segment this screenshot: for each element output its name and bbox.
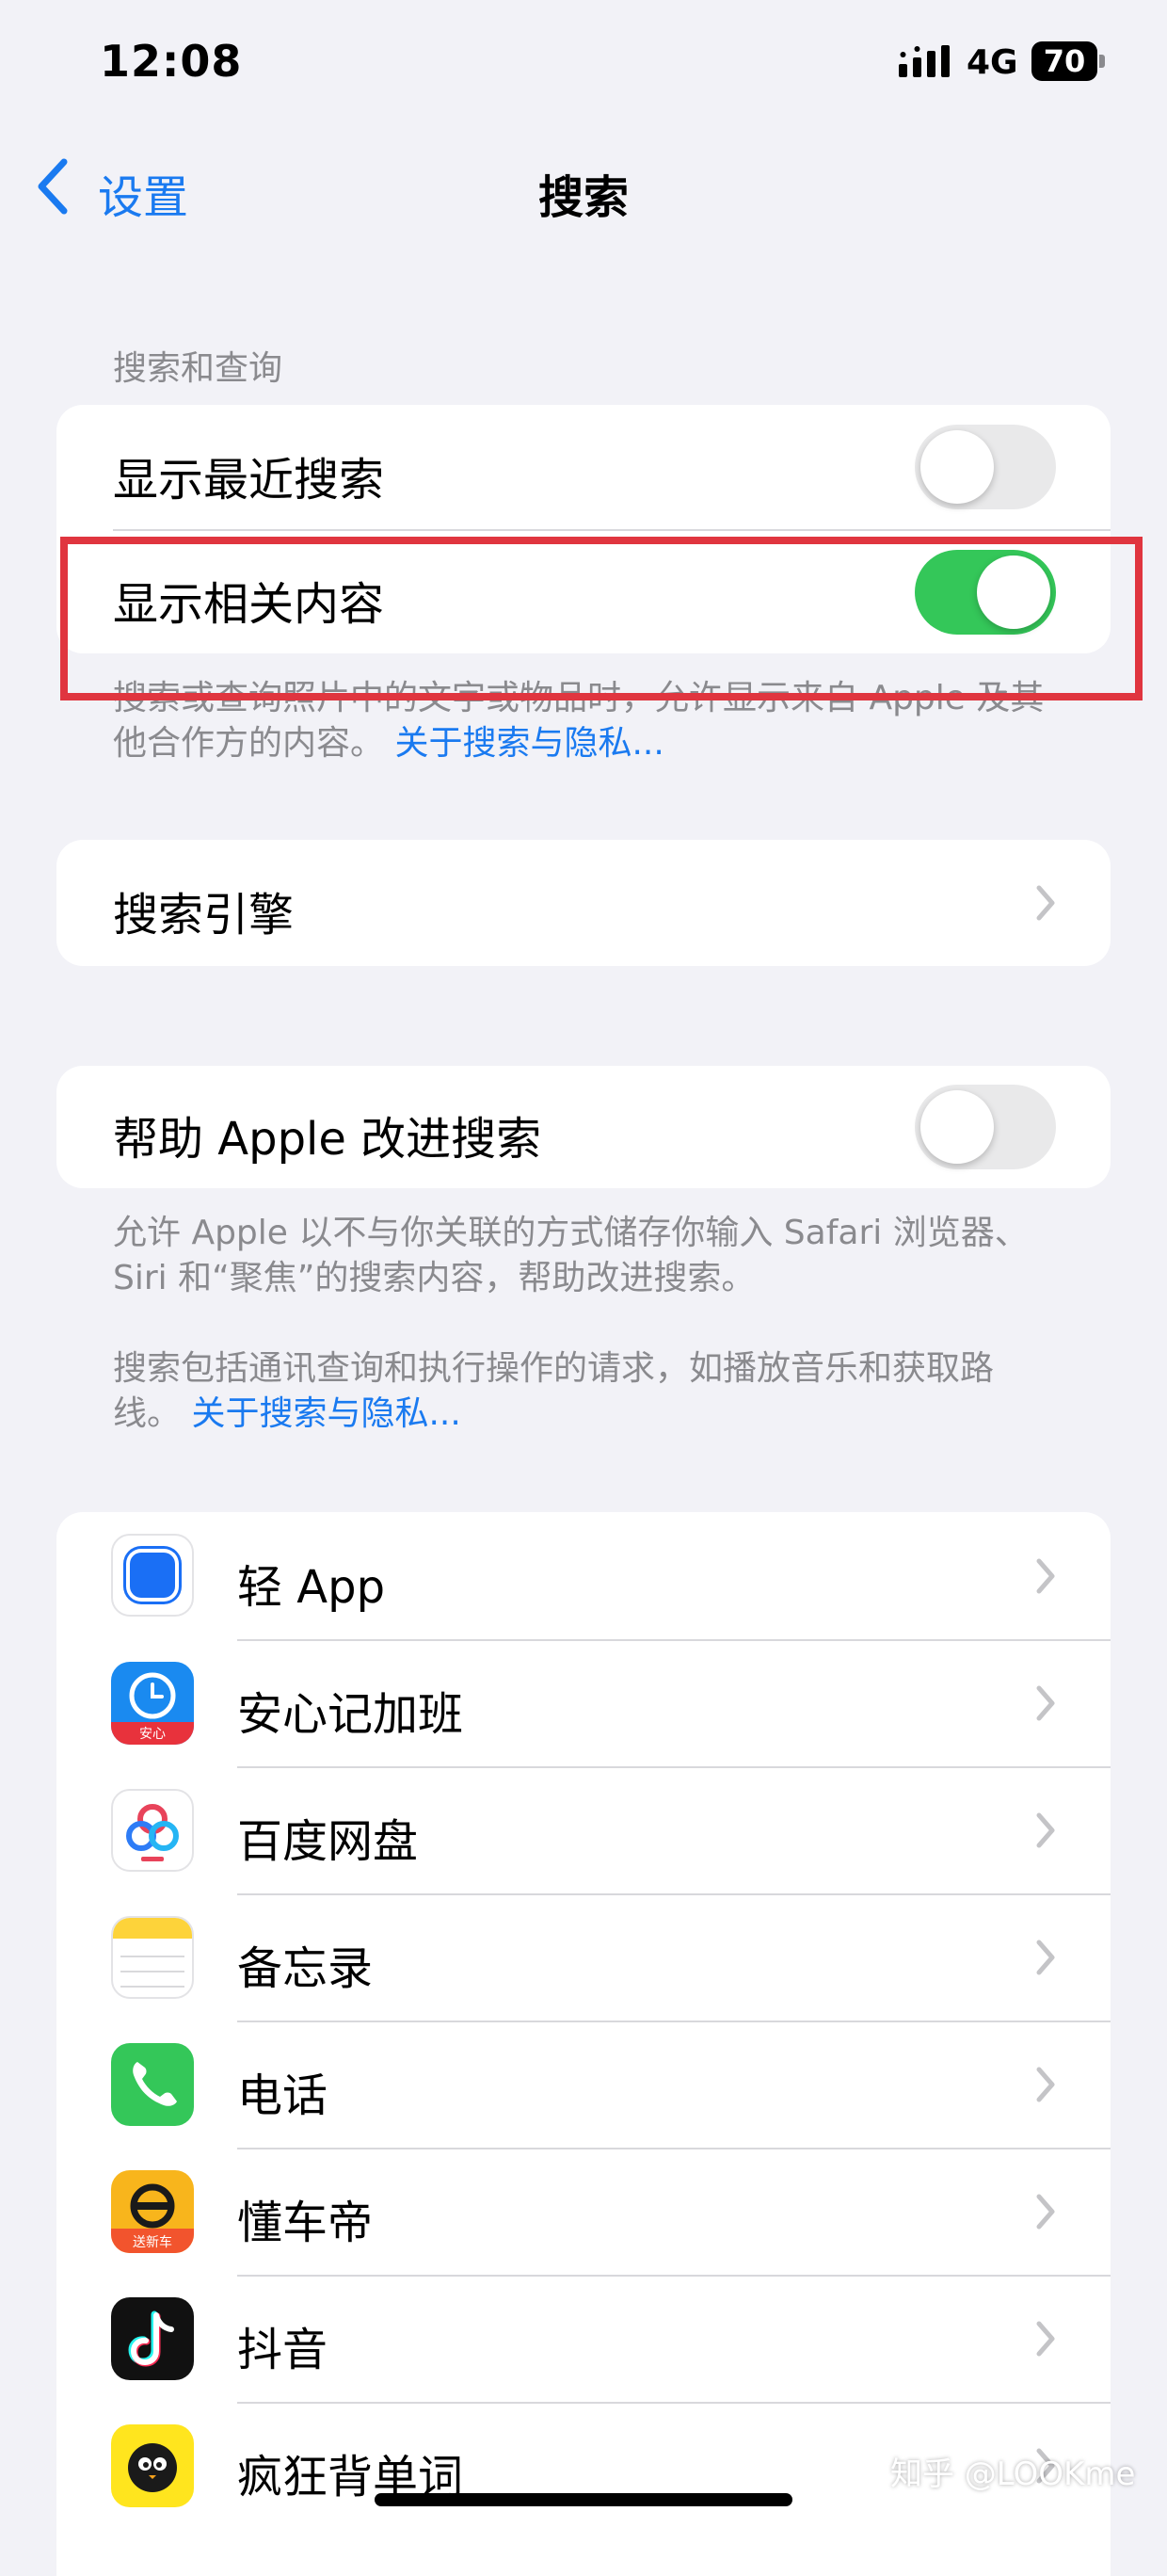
chevron-right-icon: [1036, 2067, 1055, 2102]
search-engine-row[interactable]: 搜索引擎: [56, 840, 1111, 966]
chevron-right-icon: [1036, 885, 1055, 921]
app-row[interactable]: 抖音: [56, 2277, 1111, 2402]
battery-level: 70: [1043, 43, 1086, 79]
network-type: 4G: [967, 43, 1018, 82]
vocabulary-app-icon: [111, 2424, 194, 2507]
chevron-right-icon: [1036, 1940, 1055, 1975]
app-badge: 安心: [139, 1727, 166, 1742]
improve-search-label: 帮助 Apple 改进搜索: [113, 1113, 542, 1166]
show-recent-toggle[interactable]: [915, 425, 1056, 509]
phone-icon: [111, 2043, 194, 2126]
app-name: 抖音: [237, 2324, 328, 2376]
improve-search-toggle[interactable]: [915, 1085, 1056, 1169]
app-list: 轻 App 安心 安心记加班 百度网盘 备忘录 电话 送新车 懂车帝 抖音 疯狂…: [56, 1512, 1111, 2576]
baidu-netdisk-icon: [111, 1789, 194, 1872]
search-engine-group: 搜索引擎: [56, 840, 1111, 966]
chevron-right-icon: [1036, 1812, 1055, 1848]
section-header-search: 搜索和查询: [113, 349, 283, 388]
watermark: 知乎 @LOOKme: [890, 2455, 1136, 2493]
light-app-icon: [111, 1534, 194, 1617]
status-time: 12:08: [100, 36, 243, 87]
improve-search-group: 帮助 Apple 改进搜索: [56, 1066, 1111, 1188]
show-recent-row: 显示最近搜索: [56, 405, 1111, 529]
home-indicator[interactable]: [375, 2493, 792, 2506]
notes-icon: [111, 1916, 194, 1999]
chevron-right-icon: [1036, 1558, 1055, 1594]
app-row[interactable]: 轻 App: [56, 1512, 1111, 1639]
app-name: 电话: [237, 2069, 328, 2122]
douyin-icon: [111, 2297, 194, 2380]
improve-footer-2: 搜索包括通讯查询和执行操作的请求，如播放音乐和获取路线。 关于搜索与隐私...: [113, 1346, 1054, 1437]
highlight-box: [60, 537, 1143, 700]
app-name: 百度网盘: [237, 1815, 419, 1868]
battery-icon: 70: [1031, 41, 1105, 81]
app-badge: 送新车: [133, 2235, 172, 2250]
privacy-link[interactable]: 关于搜索与隐私...: [394, 724, 663, 763]
show-recent-label: 显示最近搜索: [113, 454, 385, 507]
search-engine-label: 搜索引擎: [113, 889, 295, 942]
page-title: 搜索: [537, 171, 629, 224]
chevron-right-icon: [1036, 2321, 1055, 2357]
chevron-right-icon: [1036, 1685, 1055, 1721]
chevron-right-icon: [1036, 2194, 1055, 2230]
app-row[interactable]: 送新车 懂车帝: [56, 2149, 1111, 2275]
app-name: 安心记加班: [237, 1688, 464, 1741]
dongchedi-icon: 送新车: [111, 2170, 194, 2253]
app-name: 轻 App: [237, 1561, 386, 1614]
cellular-signal-icon: [899, 45, 950, 77]
improve-footer-1: 允许 Apple 以不与你关联的方式储存你输入 Safari 浏览器、Siri …: [113, 1214, 1029, 1297]
app-row[interactable]: 备忘录: [56, 1895, 1111, 2021]
app-row[interactable]: 百度网盘: [56, 1768, 1111, 1893]
improve-search-row: 帮助 Apple 改进搜索: [56, 1066, 1111, 1188]
app-row[interactable]: 电话: [56, 2022, 1111, 2148]
overtime-clock-icon: 安心: [111, 1662, 194, 1745]
app-name: 备忘录: [237, 1942, 374, 1995]
app-name: 懂车帝: [237, 2197, 374, 2249]
privacy-link-2[interactable]: 关于搜索与隐私...: [191, 1394, 460, 1433]
app-row[interactable]: 安心 安心记加班: [56, 1641, 1111, 1766]
